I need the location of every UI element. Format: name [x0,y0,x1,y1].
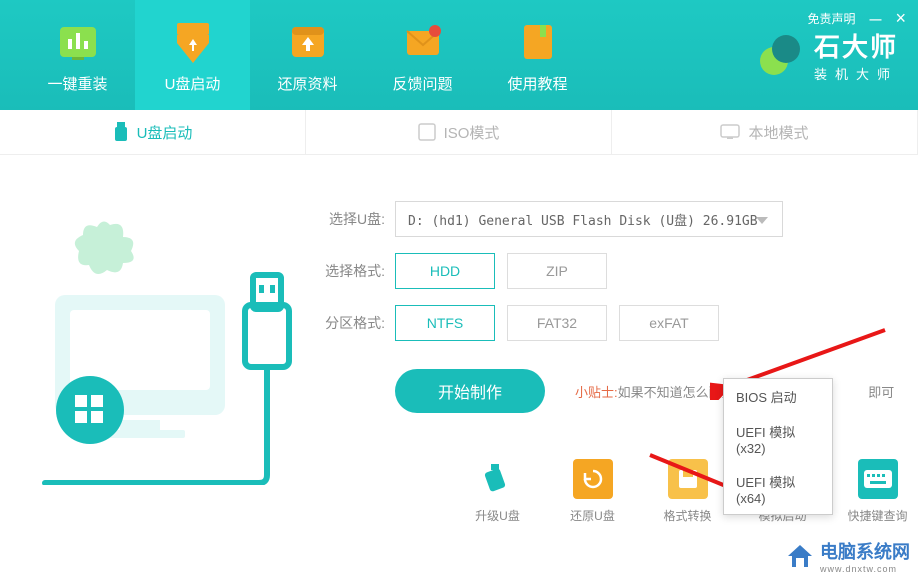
monitor-icon [720,124,740,140]
content: 选择U盘: D: (hd1) General USB Flash Disk (U… [0,155,918,413]
restore-usb-button[interactable]: 还原U盘 [560,459,625,524]
watermark-url: www.dnxtw.com [820,564,910,574]
popup-uefi-x32[interactable]: UEFI 模拟(x32) [724,414,832,464]
icon-label: 升级U盘 [475,507,520,524]
illustration [35,195,295,475]
brand: 石大师 装机大师 [756,27,898,83]
nav-restore[interactable]: 还原资料 [250,0,365,110]
subtab-usb-boot[interactable]: U盘启动 [0,110,306,154]
save-icon [668,459,708,499]
boot-mode-popup: BIOS 启动 UEFI 模拟(x32) UEFI 模拟(x64) [723,378,833,515]
usb-icon [113,122,129,142]
house-icon [786,542,814,570]
subtab-local[interactable]: 本地模式 [612,110,918,154]
minimize-button[interactable]: — [869,12,881,26]
usb-upgrade-icon [478,459,518,499]
format-convert-button[interactable]: 格式转换 [655,459,720,524]
window-controls: 免责声明 — × [807,8,906,29]
start-button[interactable]: 开始制作 [395,369,545,413]
part-fat32-button[interactable]: FAT32 [507,305,607,341]
envelope-icon [399,17,447,65]
icon-label: 还原U盘 [570,507,615,524]
subtab-iso[interactable]: ISO模式 [306,110,612,154]
nav-label: 还原资料 [277,73,337,94]
book-icon [514,17,562,65]
shield-icon [169,17,217,65]
popup-bios[interactable]: BIOS 启动 [724,379,832,414]
close-button[interactable]: × [895,8,906,29]
watermark-text: 电脑系统网 [820,538,910,564]
restore-icon [573,459,613,499]
part-fmt-label: 分区格式: [310,313,385,333]
subtab-label: U盘启动 [137,122,193,143]
header: 免责声明 — × 一键重装 U盘启动 还原资料 反馈问题 使用教程 [0,0,918,110]
usb-dropdown[interactable]: D: (hd1) General USB Flash Disk (U盘) 26.… [395,201,783,237]
select-u-label: 选择U盘: [310,209,385,229]
watermark: 电脑系统网 www.dnxtw.com [778,534,918,578]
hint-prefix: 小贴士: [575,385,618,400]
subtab-label: 本地模式 [748,122,808,143]
disclaimer-link[interactable]: 免责声明 [807,10,855,27]
nav-feedback[interactable]: 反馈问题 [365,0,480,110]
bar-chart-icon [54,17,102,65]
select-fmt-label: 选择格式: [310,261,385,281]
hint-suffix: 即可 [868,385,894,400]
icon-label: 格式转换 [663,507,711,524]
nav-label: U盘启动 [165,73,221,94]
nav-tutorial[interactable]: 使用教程 [480,0,595,110]
nav-label: 使用教程 [507,73,567,94]
subtabs: U盘启动 ISO模式 本地模式 [0,110,918,155]
part-exfat-button[interactable]: exFAT [619,305,719,341]
upload-box-icon [284,17,332,65]
brand-subtitle: 装机大师 [814,64,898,83]
icon-label: 快捷键查询 [847,507,907,524]
popup-uefi-x64[interactable]: UEFI 模拟(x64) [724,464,832,514]
fmt-hdd-button[interactable]: HDD [395,253,495,289]
nav-label: 一键重装 [47,73,107,94]
brand-logo-icon [756,31,804,79]
bottom-icons: 升级U盘 还原U盘 格式转换 模拟启动 快捷键查询 [465,459,910,524]
upgrade-usb-button[interactable]: 升级U盘 [465,459,530,524]
hint-text: 如果不知道怎么配置 [618,385,735,400]
part-ntfs-button[interactable]: NTFS [395,305,495,341]
shortcut-query-button[interactable]: 快捷键查询 [845,459,910,524]
form: 选择U盘: D: (hd1) General USB Flash Disk (U… [310,201,918,341]
nav-label: 反馈问题 [392,73,452,94]
iso-icon [418,123,436,141]
nav-reinstall[interactable]: 一键重装 [20,0,135,110]
brand-name: 石大师 [814,27,898,64]
fmt-zip-button[interactable]: ZIP [507,253,607,289]
start-row: 开始制作 小贴士:如果不知道怎么配置 即可 [395,369,918,413]
subtab-label: ISO模式 [444,122,500,143]
nav-usb-boot[interactable]: U盘启动 [135,0,250,110]
keyboard-icon [858,459,898,499]
